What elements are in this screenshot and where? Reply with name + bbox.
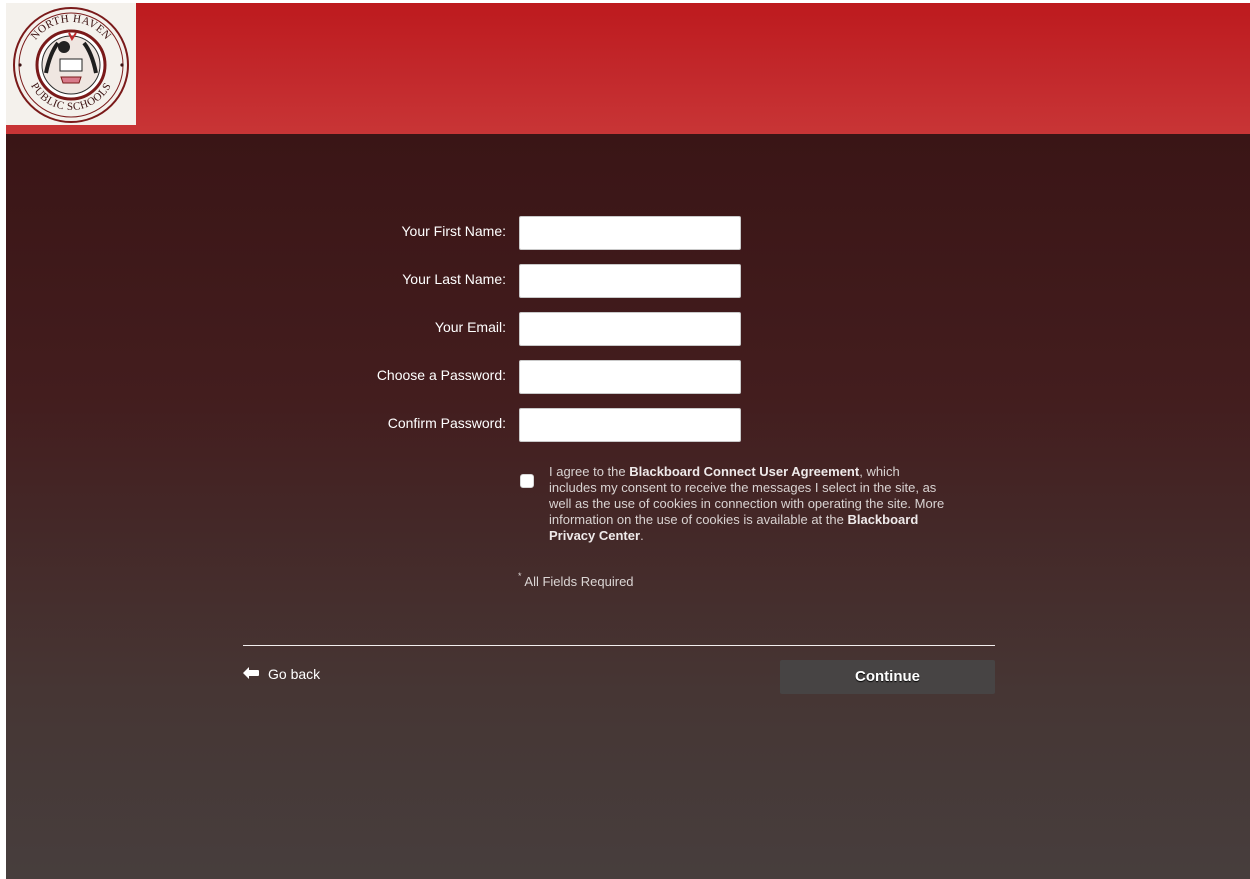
confirm-password-row: Confirm Password:	[6, 408, 1250, 442]
header-bar: NORTH HAVEN PUBLIC SCHOOLS	[6, 3, 1250, 134]
school-logo[interactable]: NORTH HAVEN PUBLIC SCHOOLS	[6, 3, 136, 125]
divider	[243, 645, 995, 646]
arrow-left-icon	[243, 666, 259, 682]
agreement-checkbox[interactable]	[520, 474, 534, 488]
last-name-input[interactable]	[519, 264, 741, 298]
go-back-label: Go back	[268, 666, 321, 682]
school-seal-icon: NORTH HAVEN PUBLIC SCHOOLS	[13, 7, 129, 123]
user-agreement-link[interactable]: Blackboard Connect User Agreement	[629, 464, 859, 479]
main-content: Your First Name: Your Last Name: Your Em…	[6, 134, 1250, 879]
password-label: Choose a Password:	[376, 367, 506, 383]
first-name-input[interactable]	[519, 216, 741, 250]
required-note-text: All Fields Required	[524, 574, 634, 589]
confirm-password-label: Confirm Password:	[387, 415, 506, 431]
email-row: Your Email:	[6, 312, 1250, 346]
last-name-label: Your Last Name:	[402, 271, 506, 287]
confirm-password-input[interactable]	[519, 408, 741, 442]
page-frame: NORTH HAVEN PUBLIC SCHOOLS Your First Na…	[6, 3, 1250, 879]
first-name-label: Your First Name:	[401, 223, 506, 239]
password-row: Choose a Password:	[6, 360, 1250, 394]
agreement-text-before: I agree to the	[549, 464, 630, 479]
last-name-row: Your Last Name:	[6, 264, 1250, 298]
continue-button[interactable]: Continue	[780, 660, 995, 694]
agreement-text-after: .	[640, 528, 644, 543]
go-back-link[interactable]: Go back	[243, 666, 320, 682]
email-label: Your Email:	[434, 319, 506, 335]
email-input[interactable]	[519, 312, 741, 346]
first-name-row: Your First Name:	[6, 216, 1250, 250]
agreement-text: I agree to the Blackboard Connect User A…	[549, 464, 949, 544]
required-star: *	[518, 571, 522, 581]
required-note: * All Fields Required	[518, 571, 634, 589]
password-input[interactable]	[519, 360, 741, 394]
